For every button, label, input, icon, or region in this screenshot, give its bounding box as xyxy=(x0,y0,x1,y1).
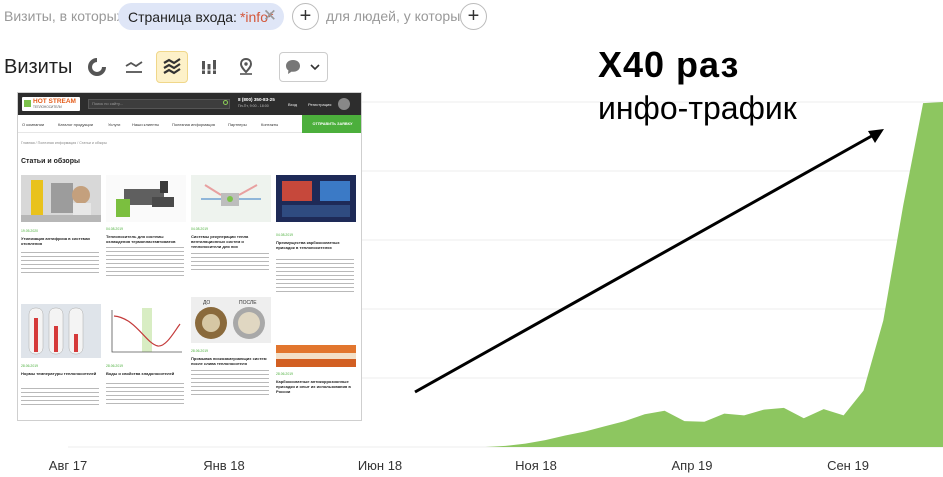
site-nav-item: Услуги xyxy=(108,122,121,127)
x-axis-tick-label: Янв 18 xyxy=(203,458,245,473)
article-image xyxy=(106,175,186,222)
site-nav-item: Полезная информация xyxy=(172,122,215,127)
breadcrumb: Главная / Полезная информация / Статьи и… xyxy=(21,141,108,145)
site-nav-item: Контакты xyxy=(261,122,279,127)
x-axis-tick-label: Ноя 18 xyxy=(515,458,557,473)
site-nav-item: Каталог продукции xyxy=(58,122,94,127)
x-axis-tick-label: Авг 17 xyxy=(49,458,87,473)
site-nav-item: Наши клиенты xyxy=(132,122,160,127)
x-axis-tick-label: Апр 19 xyxy=(671,458,712,473)
site-search-input: Поиск по сайту... xyxy=(88,99,230,109)
site-cta-button: ОТПРАВИТЬ ЗАЯВКУ xyxy=(302,115,361,133)
x-axis-tick-label: Июн 18 xyxy=(358,458,402,473)
article-image xyxy=(276,175,356,222)
page-title: Статьи и обзоры xyxy=(21,158,80,165)
site-nav-item: О компании xyxy=(22,122,45,127)
article-image xyxy=(106,304,186,358)
article-image xyxy=(276,345,356,367)
article-image: ДО ПОСЛЕ xyxy=(191,297,271,343)
article-image xyxy=(191,175,271,222)
article-image xyxy=(21,175,101,222)
site-nav-item: Партнеры xyxy=(228,122,247,127)
search-icon xyxy=(223,100,228,105)
x-axis-tick-label: Сен 19 xyxy=(827,458,869,473)
site-login-link: Вход xyxy=(288,102,298,107)
site-header: HOT STREAM ТЕПЛОНОСИТЕЛИ Поиск по сайту.… xyxy=(18,93,361,115)
site-register-link: Регистрация xyxy=(308,102,332,107)
site-logo: HOT STREAM ТЕПЛОНОСИТЕЛИ xyxy=(22,97,80,111)
article-image xyxy=(21,304,101,358)
svg-text:ПОСЛЕ: ПОСЛЕ xyxy=(239,300,257,306)
website-screenshot: HOT STREAM ТЕПЛОНОСИТЕЛИ Поиск по сайту.… xyxy=(17,92,362,421)
site-phone: 8 (800) 350-83-25 xyxy=(238,97,275,102)
growth-annotation-subtitle: инфо-трафик xyxy=(598,90,797,126)
site-hours: Пн-Пт, 9:00 - 18:00 xyxy=(238,104,269,108)
avatar xyxy=(338,98,350,110)
growth-annotation-title: X40 раз xyxy=(598,44,740,85)
growth-arrow-line xyxy=(414,131,878,394)
svg-text:ДО: ДО xyxy=(203,300,210,306)
